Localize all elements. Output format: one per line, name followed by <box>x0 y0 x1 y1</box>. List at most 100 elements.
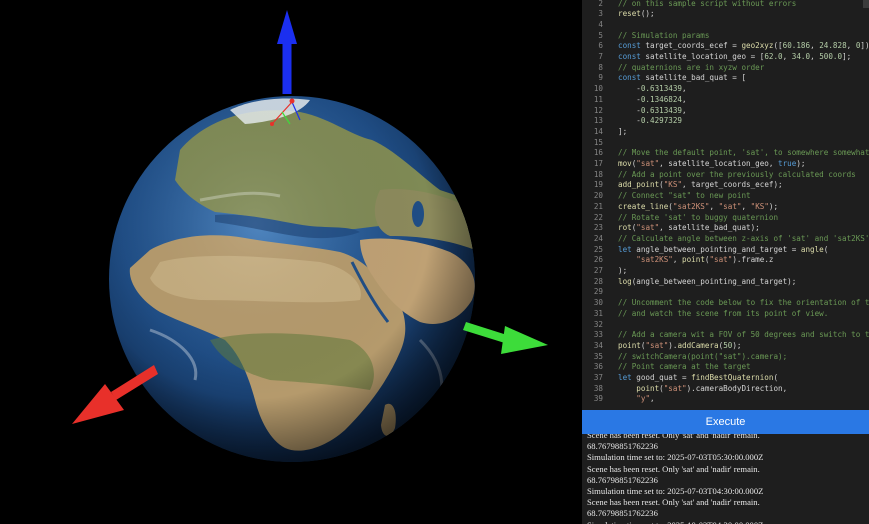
code-text: // Connect "sat" to new point <box>618 191 751 202</box>
code-line[interactable]: 38 point("sat").cameraBodyDirection, <box>582 384 869 395</box>
code-text: rot("sat", satellite_bad_quat); <box>618 223 760 234</box>
line-number: 15 <box>593 137 603 147</box>
code-token: satellite_bad_quat = [ <box>640 73 747 83</box>
code-token: addCamera <box>677 340 719 350</box>
code-line[interactable]: 4 <box>582 20 869 31</box>
line-number: 13 <box>593 116 603 126</box>
code-line[interactable]: 7 const satellite_location_geo = [62.0, 3… <box>582 52 869 63</box>
code-text: const target_coords_ecef = geo2xyz([60.1… <box>618 41 869 52</box>
code-line[interactable]: 5 // Simulation params <box>582 31 869 42</box>
code-text: point("sat").cameraBodyDirection, <box>618 384 787 395</box>
code-line[interactable]: 13 -0.4297329 <box>582 116 869 127</box>
code-token: ]; <box>618 126 628 136</box>
code-token: , <box>682 84 687 94</box>
code-token: // Add a point over the previously calcu… <box>618 169 856 179</box>
code-token: log <box>618 276 632 286</box>
code-line[interactable]: 39 "y", <box>582 394 869 405</box>
code-text: // switchCamera(point("sat").camera); <box>618 352 787 363</box>
code-token: ); <box>618 266 628 275</box>
code-line[interactable]: 20 // Connect "sat" to new point <box>582 191 869 202</box>
code-token: (angle_between_pointing_and_target); <box>631 276 797 286</box>
code-line[interactable]: 17 mov("sat", satellite_location_geo, tru… <box>582 159 869 170</box>
code-token: let <box>618 244 632 254</box>
line-number: 4 <box>598 19 603 29</box>
code-token: , <box>672 255 683 265</box>
code-line[interactable]: 3 reset(); <box>582 9 869 20</box>
code-token: satellite_location_geo = [ <box>640 52 765 61</box>
code-line[interactable]: 12 -0.6313439, <box>582 106 869 117</box>
code-text: // Simulation params <box>618 31 709 42</box>
code-token: // and watch the scene from its point of… <box>618 308 829 318</box>
code-token: - <box>618 105 641 115</box>
code-token: , <box>650 394 655 404</box>
code-line[interactable]: 6 const target_coords_ecef = geo2xyz([60.… <box>582 41 869 52</box>
code-line[interactable]: 24 // Calculate angle between z-axis of '… <box>582 234 869 245</box>
code-token: ).frame.z <box>732 255 774 265</box>
code-token: 0.6313439 <box>640 105 683 115</box>
code-line[interactable]: 18 // Add a point over the previously cal… <box>582 170 869 181</box>
code-line[interactable]: 26 "sat2KS", point("sat").frame.z <box>582 255 869 266</box>
code-line[interactable]: 11 -0.1346824, <box>582 95 869 106</box>
code-line[interactable]: 28 log(angle_between_pointing_and_target)… <box>582 277 869 288</box>
line-number: 21 <box>593 201 603 211</box>
code-token: // Point camera at the target <box>618 362 751 372</box>
code-token: , <box>782 52 792 61</box>
code-line[interactable]: 10 -0.6313439, <box>582 84 869 95</box>
code-line[interactable]: 34 point("sat").addCamera(50); <box>582 341 869 352</box>
code-line[interactable]: 32 <box>582 320 869 331</box>
code-token: , <box>810 52 820 61</box>
code-line[interactable]: 35 // switchCamera(point("sat").camera); <box>582 352 869 363</box>
line-number: 22 <box>593 212 603 222</box>
code-line[interactable]: 15 <box>582 138 869 149</box>
globe-scene[interactable] <box>0 0 579 524</box>
code-line[interactable]: 37 let good_quat = findBestQuaternion( <box>582 373 869 384</box>
code-line[interactable]: 9 const satellite_bad_quat = [ <box>582 73 869 84</box>
code-line[interactable]: 22 // Rotate 'sat' to buggy quaternion <box>582 213 869 224</box>
line-number: 35 <box>593 351 603 361</box>
code-token: const <box>618 73 641 83</box>
line-number: 20 <box>593 191 603 201</box>
code-token: angle_between_pointing_and_target = <box>631 244 801 254</box>
code-token: , <box>741 201 751 211</box>
code-editor[interactable]: 2 // on this sample script without errors… <box>582 0 869 410</box>
code-line[interactable]: 30 // Uncomment the code below to fix the… <box>582 298 869 309</box>
code-token: , <box>709 201 719 211</box>
code-token: "sat" <box>645 340 669 350</box>
code-line[interactable]: 14]; <box>582 127 869 138</box>
console-line: 68.76798851762236 <box>587 474 658 485</box>
code-line[interactable]: 31 // and watch the scene from its point … <box>582 309 869 320</box>
code-text: // Add a point over the previously calcu… <box>618 170 856 181</box>
code-line[interactable]: 19 add_point("KS", target_coords_ecef); <box>582 180 869 191</box>
code-token: rot <box>618 223 632 233</box>
line-number: 3 <box>598 9 603 19</box>
code-line[interactable]: 8 // quaternions are in xyzw order <box>582 63 869 74</box>
editor-scrollbar[interactable] <box>863 0 869 8</box>
code-token: ); <box>732 340 742 350</box>
line-number: 29 <box>593 287 603 297</box>
code-line[interactable]: 29 <box>582 287 869 298</box>
code-token: "sat" <box>709 255 733 265</box>
line-number: 17 <box>593 159 603 168</box>
console-line: Scene has been reset. Only 'sat' and 'na… <box>587 463 760 474</box>
code-token: "sat2KS" <box>672 201 710 211</box>
code-token: 60.186 <box>782 41 811 51</box>
code-line[interactable]: 2 // on this sample script without errors <box>582 0 869 9</box>
code-line[interactable]: 16 // Move the default point, 'sat', to s… <box>582 148 869 159</box>
code-line[interactable]: 33 // Add a camera wit a FOV of 50 degree… <box>582 330 869 341</box>
code-token: create_line <box>618 201 669 211</box>
code-line[interactable]: 27); <box>582 266 869 277</box>
code-line[interactable]: 25 let angle_between_pointing_and_target … <box>582 245 869 256</box>
line-number: 33 <box>593 330 603 340</box>
code-token: let <box>618 373 632 382</box>
code-token: 62.0 <box>764 52 783 61</box>
code-token: const <box>618 41 641 51</box>
code-token: // Uncomment the code below to fix the o… <box>618 298 869 308</box>
code-line[interactable]: 21 create_line("sat2KS", "sat", "KS"); <box>582 202 869 213</box>
execute-button[interactable]: Execute <box>582 410 869 434</box>
3d-viewport[interactable] <box>0 0 579 524</box>
code-line[interactable]: 36 // Point camera at the target <box>582 362 869 373</box>
code-line[interactable]: 23 rot("sat", satellite_bad_quat); <box>582 223 869 234</box>
code-text: // Calculate angle between z-axis of 'sa… <box>618 234 869 245</box>
x-axis-arrow <box>72 365 158 424</box>
code-token: "KS" <box>750 201 769 211</box>
